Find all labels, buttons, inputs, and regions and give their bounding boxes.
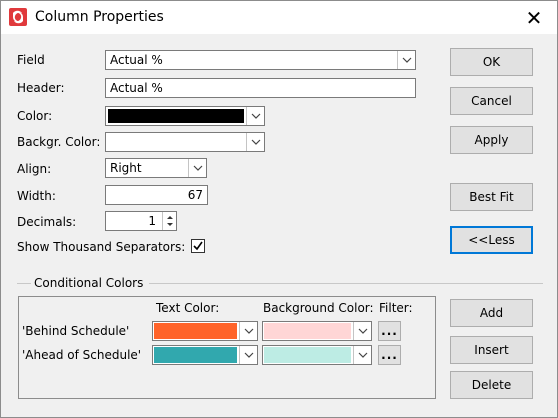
checkmark-icon bbox=[193, 241, 203, 251]
background-color-header: Background Color: bbox=[263, 301, 374, 315]
background-color-swatch bbox=[264, 347, 351, 363]
condition-name: 'Behind Schedule' bbox=[22, 324, 130, 338]
chevron-down-icon bbox=[246, 133, 264, 151]
conditional-colors-title: Conditional Colors bbox=[34, 276, 144, 290]
best-fit-button[interactable]: Best Fit bbox=[450, 183, 533, 211]
color-swatch bbox=[108, 109, 244, 123]
decimals-value: 1 bbox=[148, 214, 156, 228]
width-input[interactable]: 67 bbox=[105, 185, 208, 205]
conditional-colors-panel: Text Color: Background Color: Filter: 'B… bbox=[18, 296, 436, 399]
background-color-select[interactable] bbox=[262, 345, 372, 365]
field-label: Field bbox=[17, 53, 45, 67]
text-color-select[interactable] bbox=[152, 321, 258, 341]
add-button[interactable]: Add bbox=[450, 299, 533, 327]
align-label: Align: bbox=[17, 162, 52, 176]
backgr-color-swatch bbox=[108, 135, 244, 149]
column-properties-dialog: Column Properties ✕ Field Actual % Heade… bbox=[0, 0, 558, 418]
cancel-button[interactable]: Cancel bbox=[450, 87, 533, 115]
text-color-header: Text Color: bbox=[156, 301, 220, 315]
ok-button[interactable]: OK bbox=[450, 48, 533, 76]
group-divider bbox=[149, 283, 543, 284]
chevron-down-icon bbox=[246, 107, 264, 125]
group-divider bbox=[17, 283, 31, 284]
title-bar: Column Properties ✕ bbox=[1, 1, 557, 34]
field-value: Actual % bbox=[110, 53, 163, 67]
chevron-down-icon bbox=[397, 51, 415, 69]
delete-button[interactable]: Delete bbox=[450, 371, 533, 399]
insert-button[interactable]: Insert bbox=[450, 336, 533, 364]
text-color-swatch bbox=[154, 323, 237, 339]
background-color-swatch bbox=[264, 323, 351, 339]
chevron-down-icon bbox=[188, 159, 206, 177]
align-value: Right bbox=[110, 161, 142, 175]
background-color-select[interactable] bbox=[262, 321, 372, 341]
width-label: Width: bbox=[17, 189, 56, 203]
text-color-select[interactable] bbox=[152, 345, 258, 365]
align-select[interactable]: Right bbox=[105, 158, 207, 178]
filter-button[interactable]: ... bbox=[378, 345, 401, 365]
field-select[interactable]: Actual % bbox=[105, 50, 416, 70]
less-button[interactable]: <<Less bbox=[450, 226, 533, 254]
app-logo-icon bbox=[9, 8, 27, 26]
decimals-label: Decimals: bbox=[17, 215, 77, 229]
chevron-down-icon bbox=[353, 322, 371, 340]
close-icon: ✕ bbox=[525, 5, 543, 30]
apply-button[interactable]: Apply bbox=[450, 126, 533, 154]
header-label: Header: bbox=[17, 81, 65, 95]
text-color-swatch bbox=[154, 347, 237, 363]
chevron-down-icon bbox=[353, 346, 371, 364]
color-label: Color: bbox=[17, 109, 53, 123]
color-select[interactable] bbox=[105, 106, 265, 126]
filter-button[interactable]: ... bbox=[378, 321, 401, 341]
chevron-down-icon bbox=[239, 346, 257, 364]
thousand-separators-label: Show Thousand Separators: bbox=[17, 240, 186, 254]
filter-header: Filter: bbox=[379, 301, 413, 315]
chevron-down-icon bbox=[239, 322, 257, 340]
backgr-color-label: Backgr. Color: bbox=[17, 135, 101, 149]
thousand-separators-checkbox[interactable] bbox=[191, 239, 205, 253]
window-title: Column Properties bbox=[35, 9, 164, 25]
condition-name: 'Ahead of Schedule' bbox=[22, 348, 142, 362]
decimals-spinner[interactable] bbox=[162, 212, 176, 230]
close-button[interactable]: ✕ bbox=[511, 1, 557, 34]
header-input[interactable]: Actual % bbox=[105, 78, 416, 98]
backgr-color-select[interactable] bbox=[105, 132, 265, 152]
